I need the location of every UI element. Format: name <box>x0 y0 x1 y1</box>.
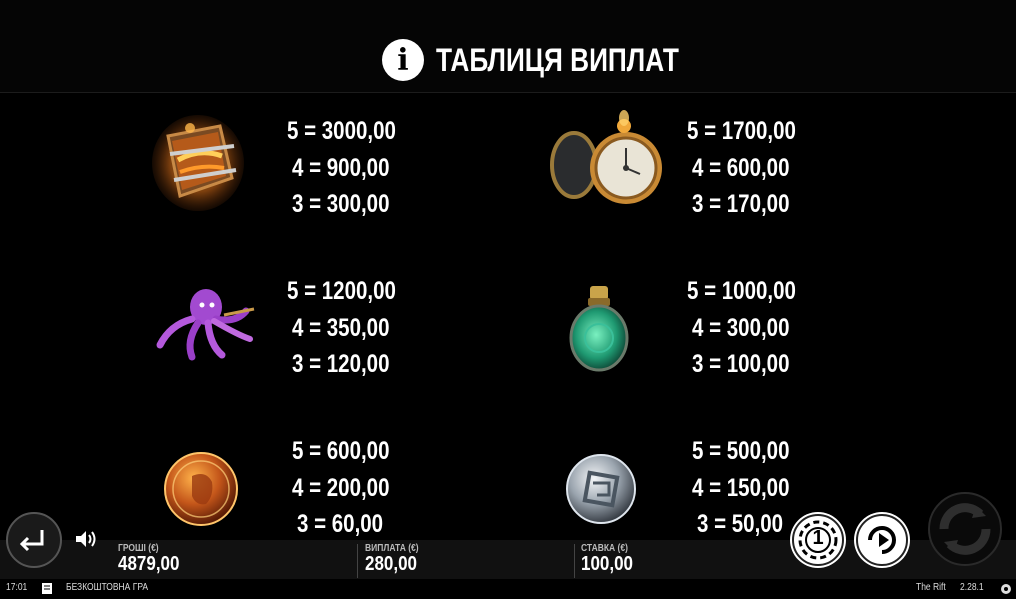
autoplay-button[interactable] <box>856 514 908 566</box>
header-title-group: i ТАБЛИЦЯ ВИПЛАТ <box>382 38 732 82</box>
pay-value: 5 = 1200,00 <box>287 277 396 305</box>
status-bar <box>0 579 1016 599</box>
divider <box>574 544 575 578</box>
page-title: ТАБЛИЦЯ ВИПЛАТ <box>436 41 679 78</box>
green-potion-icon <box>569 286 629 372</box>
octopus-icon <box>156 289 255 361</box>
pay-value: 4 = 900,00 <box>292 154 390 182</box>
pay-value: 5 = 1000,00 <box>687 277 796 305</box>
coin-value-glyph: 1 <box>812 527 824 549</box>
autoplay-icon <box>868 526 896 554</box>
pay-value: 4 = 350,00 <box>292 314 390 342</box>
game-name: The Rift <box>916 582 946 593</box>
pay-value: 4 = 150,00 <box>692 474 790 502</box>
spin-icon[interactable] <box>926 490 1004 568</box>
back-button[interactable] <box>6 512 62 568</box>
pay-value: 3 = 50,00 <box>697 510 784 538</box>
pay-value: 3 = 100,00 <box>692 350 790 378</box>
silver-coin-icon <box>566 454 636 524</box>
pay-value: 3 = 170,00 <box>692 190 790 218</box>
pay-value: 4 = 600,00 <box>692 154 790 182</box>
clock: 17:01 <box>6 582 28 593</box>
divider <box>357 544 358 578</box>
bet-value: 100,00 <box>581 553 633 575</box>
balance-value: 4879,00 <box>118 553 180 575</box>
version: 2.28.1 <box>960 582 984 593</box>
speaker-icon[interactable] <box>74 528 98 550</box>
settings-icon[interactable] <box>1000 583 1012 595</box>
pocket-watch-icon <box>550 110 662 204</box>
burning-book-icon <box>152 115 244 211</box>
pay-value: 5 = 1700,00 <box>687 117 796 145</box>
pay-value: 5 = 500,00 <box>692 437 790 465</box>
win-value: 280,00 <box>365 553 417 575</box>
pay-value: 5 = 600,00 <box>292 437 390 465</box>
back-arrow-icon <box>19 530 44 552</box>
pay-value: 3 = 300,00 <box>292 190 390 218</box>
info-icon[interactable]: i <box>382 39 424 81</box>
pay-value: 4 = 300,00 <box>692 314 790 342</box>
header: i ТАБЛИЦЯ ВИПЛАТ <box>0 0 1016 93</box>
coin-value-button[interactable]: 1 <box>792 514 844 566</box>
info-doc-icon[interactable] <box>42 583 52 594</box>
pay-value: 3 = 60,00 <box>297 510 384 538</box>
play-mode: БЕЗКОШТОВНА ГРА <box>66 582 149 593</box>
pay-value: 4 = 200,00 <box>292 474 390 502</box>
pay-value: 3 = 120,00 <box>292 350 390 378</box>
gold-coin-icon <box>164 452 238 526</box>
pay-value: 5 = 3000,00 <box>287 117 396 145</box>
